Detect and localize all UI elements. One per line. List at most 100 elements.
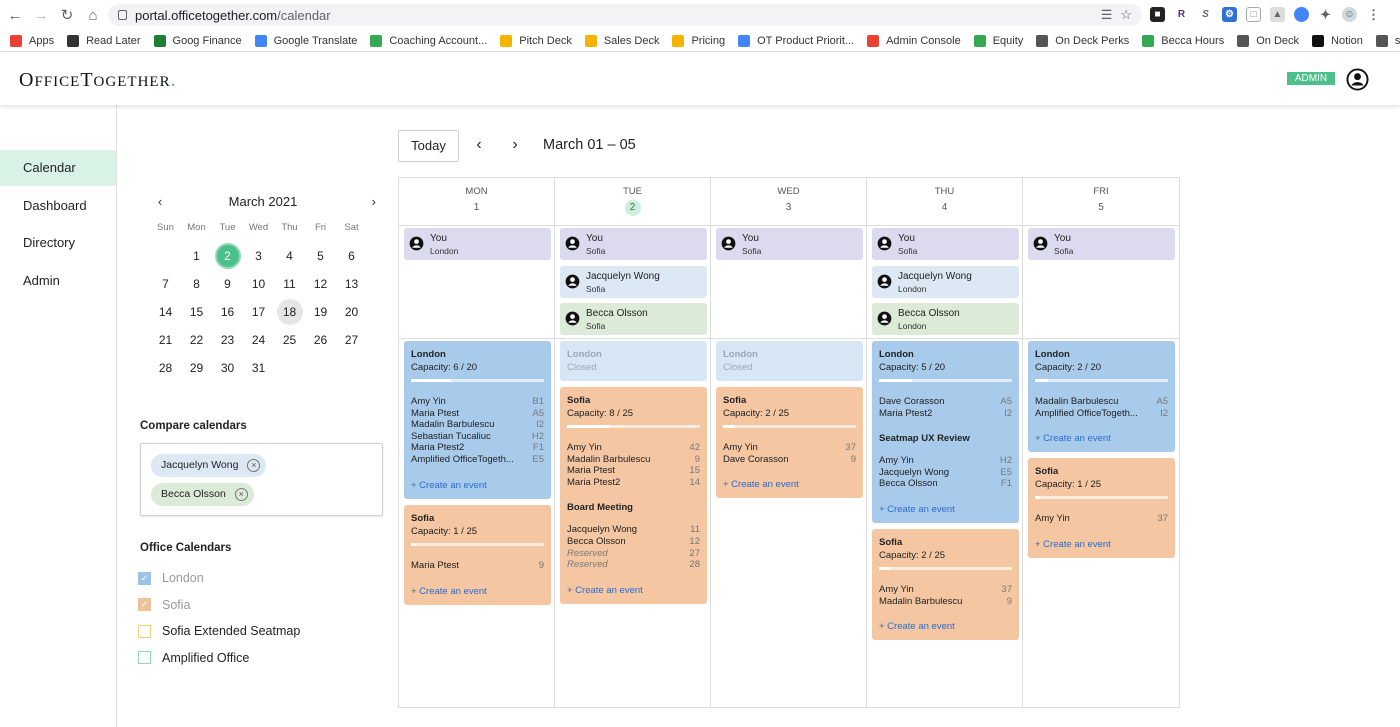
mini-day[interactable]: 3 xyxy=(243,242,274,270)
bookmark-item[interactable]: OT Product Priorit... xyxy=(738,34,854,47)
person-card[interactable]: You London xyxy=(404,228,551,260)
create-event-link[interactable]: + Create an event xyxy=(879,621,1012,632)
bookmark-item[interactable]: Admin Console xyxy=(867,34,961,47)
checkbox-icon[interactable]: ✓ xyxy=(138,571,151,585)
bookmark-item[interactable]: On Deck xyxy=(1237,34,1299,47)
forward-arrow-icon[interactable]: → xyxy=(30,4,52,26)
office-card-london[interactable]: London Capacity: 5 / 20 Dave Corasson A5 Mar… xyxy=(872,341,1019,523)
person-card[interactable]: Jacquelyn Wong Sofia xyxy=(560,265,707,298)
office-card-sofia[interactable]: Sofia Capacity: 2 / 25 Amy Yin 37 Dave Coras… xyxy=(716,387,863,499)
office-calendar-item[interactable]: Amplified Office xyxy=(138,649,249,667)
mini-prev-month-button[interactable]: ‹ xyxy=(150,188,170,216)
mini-day[interactable]: 18 xyxy=(274,298,305,326)
create-event-link[interactable]: + Create an event xyxy=(567,585,700,596)
bookmark-item[interactable]: On Deck Perks xyxy=(1036,34,1129,47)
bookmark-item[interactable]: Pitch Deck xyxy=(500,34,572,47)
attendee-row[interactable]: Dave Corasson 9 xyxy=(723,454,856,466)
sidebar-item-calendar[interactable]: Calendar xyxy=(0,150,116,186)
attendee-row[interactable]: Madalin Barbulescu 9 xyxy=(879,596,1012,608)
extension-icon[interactable]: ▲ xyxy=(1270,7,1285,22)
mini-day[interactable]: 24 xyxy=(243,326,274,354)
attendee-row[interactable]: Amy Yin 37 xyxy=(723,442,856,454)
attendee-row[interactable]: Maria Ptest 15 xyxy=(567,465,700,477)
person-card[interactable]: Becca Olsson Sofia xyxy=(560,303,707,335)
office-calendar-item[interactable]: ✓ London xyxy=(138,569,204,587)
mini-day[interactable]: 11 xyxy=(274,270,305,298)
person-card[interactable]: Jacquelyn Wong London xyxy=(872,265,1019,298)
event-title[interactable]: Board Meeting xyxy=(567,502,700,513)
bookmark-item[interactable]: Goog Finance xyxy=(153,34,242,47)
attendee-row[interactable]: Amplified OfficeTogeth... I2 xyxy=(1035,408,1168,420)
mini-day[interactable]: 7 xyxy=(150,270,181,298)
bookmark-item[interactable]: Equity xyxy=(973,34,1023,47)
bookmark-item[interactable]: Apps xyxy=(10,34,54,47)
attendee-row[interactable]: Maria Ptest2 I2 xyxy=(879,408,1012,420)
attendee-row[interactable]: Madalin Barbulescu A5 xyxy=(1035,396,1168,408)
bookmark-item[interactable]: Google Translate xyxy=(254,34,357,47)
create-event-link[interactable]: + Create an event xyxy=(879,504,1012,515)
mini-day[interactable]: 22 xyxy=(181,326,212,354)
mini-next-month-button[interactable]: › xyxy=(356,188,376,216)
extension-icon[interactable]: S xyxy=(1198,7,1213,22)
event-attendee-row[interactable]: Amy Yin H2 xyxy=(879,455,1012,467)
attendee-row[interactable]: Amy Yin 37 xyxy=(879,584,1012,596)
sidebar-item-directory[interactable]: Directory xyxy=(0,225,116,261)
mini-day[interactable]: 25 xyxy=(274,326,305,354)
event-attendee-row[interactable]: Reserved 28 xyxy=(567,559,700,571)
attendee-row[interactable]: Maria Ptest2 14 xyxy=(567,477,700,489)
bookmark-item[interactable]: sso xyxy=(1375,34,1400,47)
mini-day[interactable]: 9 xyxy=(212,270,243,298)
attendee-row[interactable]: Dave Corasson A5 xyxy=(879,396,1012,408)
event-attendee-row[interactable]: Jacquelyn Wong E5 xyxy=(879,467,1012,479)
create-event-link[interactable]: + Create an event xyxy=(411,586,544,597)
home-icon[interactable]: ⌂ xyxy=(82,4,104,26)
extension-icon[interactable]: □ xyxy=(1246,7,1261,22)
office-card-london[interactable]: London Closed xyxy=(716,341,863,381)
attendee-row[interactable]: Madalin Barbulescu 9 xyxy=(567,454,700,466)
event-attendee-row[interactable]: Becca Olsson F1 xyxy=(879,478,1012,490)
bookmark-star-icon[interactable]: ☆ xyxy=(1120,7,1132,23)
account-circle-icon[interactable] xyxy=(1346,68,1369,91)
menu-dots-icon[interactable]: ⋮ xyxy=(1366,7,1381,22)
mini-day[interactable]: 28 xyxy=(150,354,181,382)
create-event-link[interactable]: + Create an event xyxy=(411,480,544,491)
mini-day[interactable]: 16 xyxy=(212,298,243,326)
person-card[interactable]: You Sofia xyxy=(716,228,863,260)
mini-day[interactable]: 1 xyxy=(181,242,212,270)
office-card-sofia[interactable]: Sofia Capacity: 8 / 25 Amy Yin 42 Madalin Ba… xyxy=(560,387,707,604)
compare-chip[interactable]: Jacquelyn Wong × xyxy=(151,454,267,477)
reload-icon[interactable]: ↻ xyxy=(56,4,78,26)
mini-day[interactable]: 20 xyxy=(336,298,367,326)
compare-chip[interactable]: Becca Olsson × xyxy=(151,483,254,506)
next-week-button[interactable]: › xyxy=(507,136,523,154)
remove-chip-icon[interactable]: × xyxy=(247,459,261,472)
mini-day[interactable]: 5 xyxy=(305,242,336,270)
bookmark-item[interactable]: Becca Hours xyxy=(1142,34,1224,47)
person-card[interactable]: You Sofia xyxy=(872,228,1019,260)
mini-day[interactable]: 17 xyxy=(243,298,274,326)
bookmark-item[interactable]: Notion xyxy=(1312,34,1363,47)
mini-day[interactable]: 29 xyxy=(181,354,212,382)
sidebar-item-dashboard[interactable]: Dashboard xyxy=(0,188,116,224)
sidebar-item-admin[interactable]: Admin xyxy=(0,263,116,299)
checkbox-icon[interactable]: ✓ xyxy=(138,598,151,611)
person-card[interactable]: You Sofia xyxy=(560,228,707,260)
back-arrow-icon[interactable]: ← xyxy=(4,4,26,26)
attendee-row[interactable]: Amy Yin B1 xyxy=(411,396,544,408)
create-event-link[interactable]: + Create an event xyxy=(1035,539,1168,550)
office-card-london[interactable]: London Capacity: 6 / 20 Amy Yin B1 Maria Pte… xyxy=(404,341,551,499)
logo[interactable]: OFFICETOGETHER. xyxy=(19,69,177,92)
attendee-row[interactable]: Sebastian Tucaliuc H2 xyxy=(411,431,544,443)
person-card[interactable]: You Sofia xyxy=(1028,228,1175,260)
profile-avatar-icon[interactable]: ☺ xyxy=(1342,7,1357,22)
compare-calendars-input[interactable]: Jacquelyn Wong × Becca Olsson × xyxy=(140,443,383,516)
mini-day[interactable]: 30 xyxy=(212,354,243,382)
mini-day[interactable]: 8 xyxy=(181,270,212,298)
mini-day[interactable]: 2 xyxy=(212,242,243,270)
prev-week-button[interactable]: ‹ xyxy=(471,136,487,154)
office-calendar-item[interactable]: Sofia Extended Seatmap xyxy=(138,622,300,640)
mini-day[interactable]: 12 xyxy=(305,270,336,298)
office-card-london[interactable]: London Capacity: 2 / 20 Madalin Barbulescu… xyxy=(1028,341,1175,453)
extension-icon[interactable] xyxy=(1294,7,1309,22)
event-attendee-row[interactable]: Becca Olsson 12 xyxy=(567,536,700,548)
